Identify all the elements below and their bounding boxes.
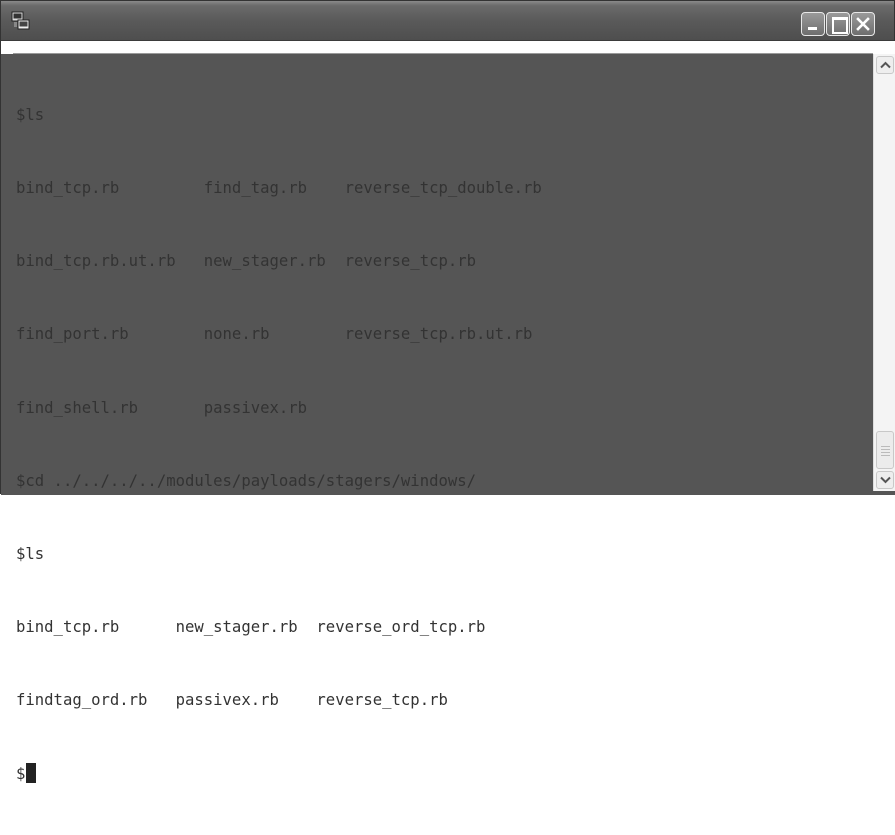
thumb-grip-line [881, 446, 890, 447]
prompt-text: $ [16, 764, 26, 783]
thumb-grip-line [881, 455, 890, 456]
terminal-line: bind_tcp.rb find_tag.rb reverse_tcp_doub… [16, 179, 542, 198]
prompt-line[interactable]: $ [16, 762, 873, 786]
chevron-up-icon [880, 61, 891, 69]
terminal-line: $ls [16, 105, 45, 124]
title-bar[interactable] [1, 1, 894, 41]
maximize-button[interactable] [826, 12, 850, 36]
terminal-line: $cd ../../../../modules/payloads/stagers… [16, 471, 477, 490]
terminal-app-icon [11, 11, 30, 30]
scrollbar-thumb[interactable] [876, 431, 894, 469]
terminal-line: findtag_ord.rb passivex.rb reverse_tcp.r… [16, 691, 448, 710]
chevron-down-icon [880, 476, 891, 484]
terminal-line: find_port.rb none.rb reverse_tcp.rb.ut.r… [16, 325, 533, 344]
close-button[interactable] [851, 12, 875, 36]
terminal-line: find_shell.rb passivex.rb [16, 398, 308, 417]
thumb-grip-line [881, 452, 890, 453]
vertical-scrollbar[interactable] [873, 54, 895, 491]
thumb-grip-line [881, 449, 890, 450]
terminal-line: $ls [16, 545, 45, 564]
terminal-window: $ls bind_tcp.rb find_tag.rb reverse_tcp_… [0, 0, 895, 783]
scroll-up-button[interactable] [876, 56, 894, 74]
minimize-button[interactable] [801, 12, 825, 36]
text-cursor [26, 762, 37, 783]
window-left-border [1, 41, 13, 495]
terminal-line: bind_tcp.rb new_stager.rb reverse_ord_tc… [16, 618, 486, 637]
terminal-line: bind_tcp.rb.ut.rb new_stager.rb reverse_… [16, 252, 477, 271]
terminal-output[interactable]: $ls bind_tcp.rb find_tag.rb reverse_tcp_… [13, 54, 873, 783]
close-icon [856, 17, 870, 31]
window-bottom-border [1, 491, 895, 495]
scroll-down-button[interactable] [876, 471, 894, 489]
